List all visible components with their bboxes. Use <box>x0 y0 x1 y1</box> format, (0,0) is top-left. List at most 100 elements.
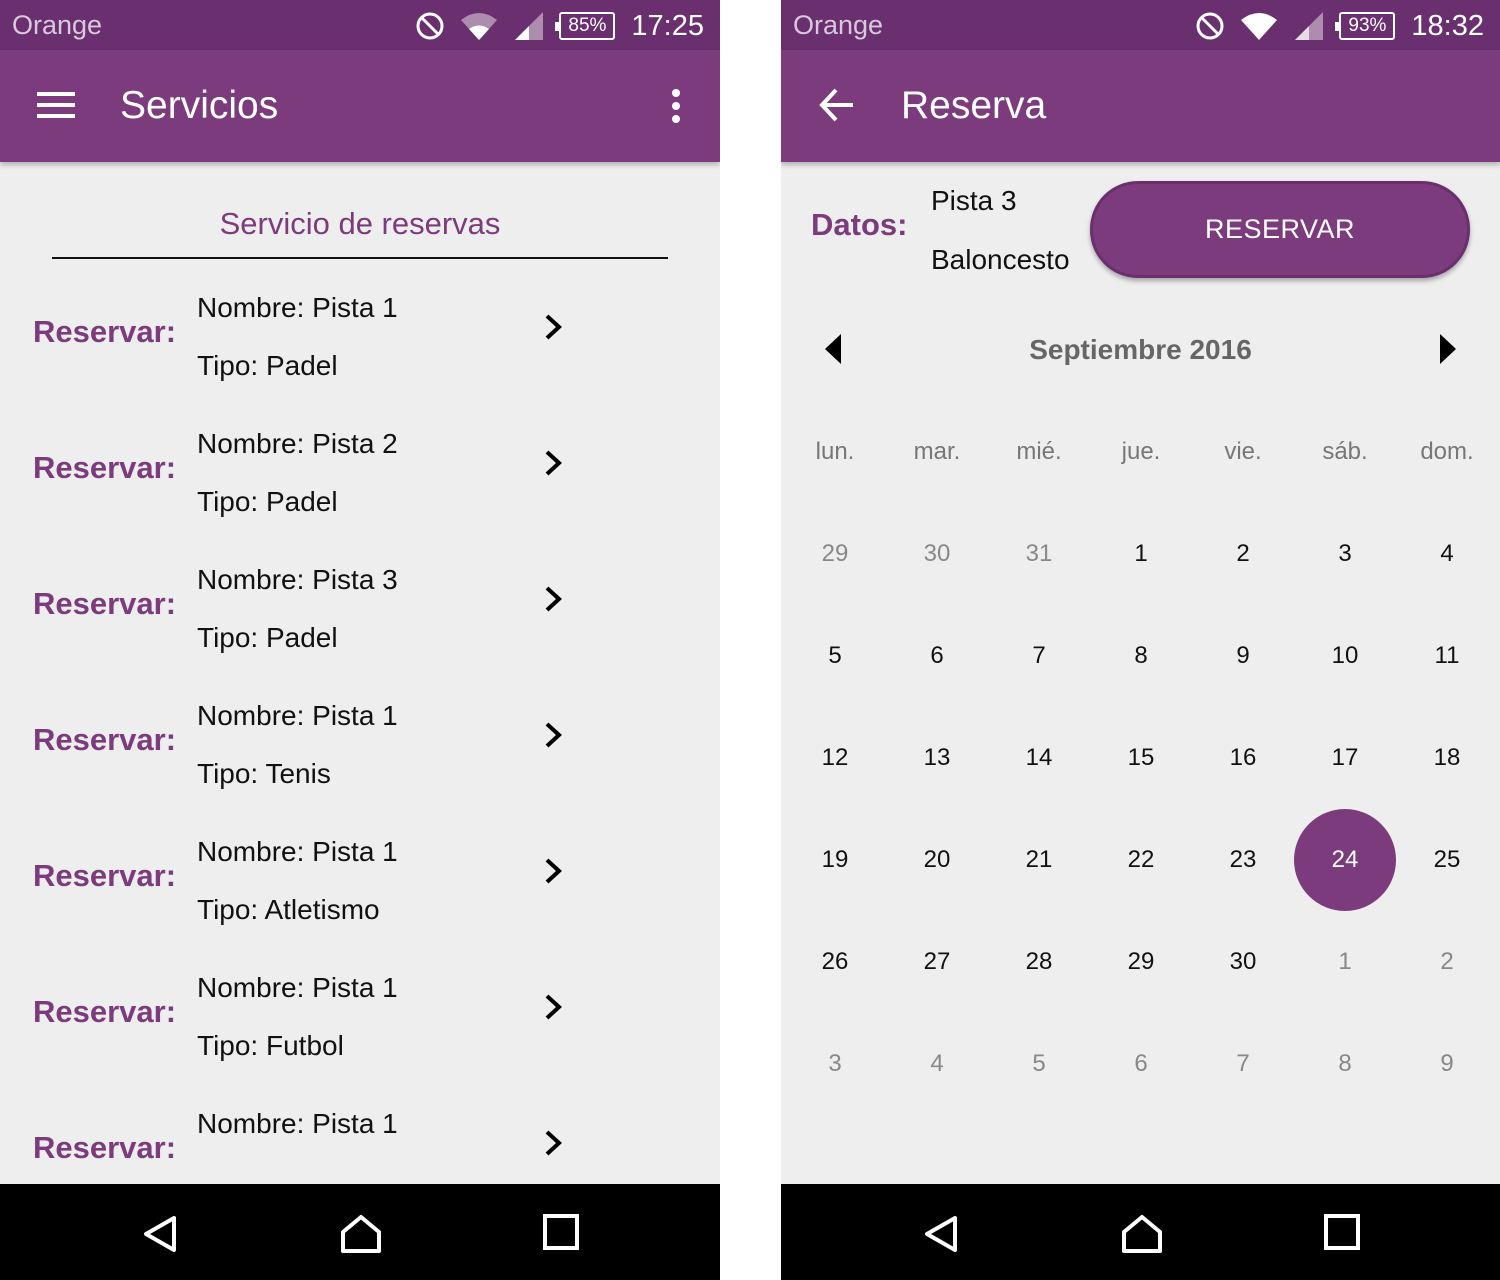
calendar-day[interactable]: 12 <box>784 707 886 809</box>
calendar-day[interactable]: 7 <box>988 605 1090 707</box>
calendar-day-number: 2 <box>1236 540 1250 567</box>
chevron-right-icon[interactable] <box>541 856 565 886</box>
calendar-day[interactable]: 5 <box>784 605 886 707</box>
reservar-label: Reservar: <box>33 722 177 757</box>
calendar-day[interactable]: 28 <box>988 911 1090 1013</box>
calendar-day[interactable]: 29 <box>784 503 886 605</box>
calendar-day[interactable]: 21 <box>988 809 1090 911</box>
calendar-day[interactable]: 9 <box>1192 605 1294 707</box>
calendar-day[interactable]: 10 <box>1294 605 1396 707</box>
calendar-day[interactable]: 13 <box>886 707 988 809</box>
battery-icon: 93% <box>1335 12 1396 40</box>
battery-level: 93% <box>1348 15 1387 36</box>
calendar-day[interactable]: 17 <box>1294 707 1396 809</box>
calendar-day[interactable]: 6 <box>886 605 988 707</box>
datos-label: Datos: <box>811 207 908 242</box>
calendar-day[interactable]: 29 <box>1090 911 1192 1013</box>
chevron-right-icon[interactable] <box>541 992 565 1022</box>
calendar-day[interactable]: 1 <box>1090 503 1192 605</box>
reservar-label: Reservar: <box>33 450 177 485</box>
service-list-item[interactable]: Reservar: Nombre: Pista 1 Tipo: Atletismo <box>0 816 720 952</box>
service-tipo: Tipo: Futbol <box>197 1030 344 1061</box>
service-list-item[interactable]: Reservar: Nombre: Pista 1 Tipo: Futbol <box>0 952 720 1088</box>
calendar-day-number: 4 <box>930 1050 944 1077</box>
service-nombre: Nombre: Pista 1 <box>197 1108 398 1139</box>
wifi-icon <box>461 13 498 40</box>
calendar-day[interactable]: 8 <box>1090 605 1192 707</box>
calendar-day[interactable]: 22 <box>1090 809 1192 911</box>
calendar-day[interactable]: 31 <box>988 503 1090 605</box>
calendar-day[interactable]: 30 <box>886 503 988 605</box>
back-nav-icon[interactable] <box>921 1214 961 1254</box>
reservar-button[interactable]: RESERVAR <box>1090 181 1470 278</box>
calendar-day[interactable]: 8 <box>1294 1013 1396 1115</box>
arrow-back-icon[interactable] <box>819 88 855 122</box>
calendar-day[interactable]: 14 <box>988 707 1090 809</box>
calendar-day-number: 14 <box>1025 744 1053 771</box>
service-list-item[interactable]: Reservar: Nombre: Pista 3 Tipo: Padel <box>0 544 720 680</box>
calendar-day-number: 21 <box>1025 846 1053 873</box>
next-month-icon[interactable] <box>1438 332 1458 366</box>
wifi-icon <box>1241 13 1278 40</box>
weekday-label: jue. <box>1121 438 1161 465</box>
service-list-item[interactable]: Reservar: Nombre: Pista 1 Tipo: Tenis <box>0 680 720 816</box>
calendar-day[interactable]: 16 <box>1192 707 1294 809</box>
calendar-day[interactable]: 15 <box>1090 707 1192 809</box>
hamburger-icon[interactable] <box>37 90 75 120</box>
more-vert-icon[interactable] <box>670 88 682 124</box>
calendar-day-number: 3 <box>1338 540 1352 567</box>
calendar-day[interactable]: 25 <box>1396 809 1498 911</box>
calendar-day[interactable]: 27 <box>886 911 988 1013</box>
calendar-day-number: 7 <box>1236 1050 1250 1077</box>
reservar-label: Reservar: <box>33 994 177 1029</box>
calendar-day[interactable]: 5 <box>988 1013 1090 1115</box>
calendar-day-number: 7 <box>1032 642 1046 669</box>
recents-nav-icon[interactable] <box>1324 1214 1360 1250</box>
calendar-day-number: 1 <box>1134 540 1148 567</box>
calendar-day[interactable]: 4 <box>1396 503 1498 605</box>
reservar-label: Reservar: <box>33 314 177 349</box>
calendar-day-number: 3 <box>828 1050 842 1077</box>
calendar-day[interactable]: 9 <box>1396 1013 1498 1115</box>
calendar-day[interactable]: 3 <box>784 1013 886 1115</box>
calendar-day[interactable]: 19 <box>784 809 886 911</box>
chevron-right-icon[interactable] <box>541 720 565 750</box>
calendar-day[interactable]: 30 <box>1192 911 1294 1013</box>
chevron-right-icon[interactable] <box>541 312 565 342</box>
recents-nav-icon[interactable] <box>543 1214 579 1250</box>
calendar-day[interactable]: 20 <box>886 809 988 911</box>
calendar-day[interactable]: 2 <box>1396 911 1498 1013</box>
page-title: Reserva <box>901 84 1047 127</box>
calendar-day[interactable]: 6 <box>1090 1013 1192 1115</box>
weekday-label: mar. <box>913 438 961 465</box>
calendar-day[interactable]: 23 <box>1192 809 1294 911</box>
calendar-day[interactable]: 7 <box>1192 1013 1294 1115</box>
calendar-day-selected[interactable]: 24 <box>1294 809 1396 911</box>
home-nav-icon[interactable] <box>1121 1214 1163 1254</box>
calendar-day[interactable]: 2 <box>1192 503 1294 605</box>
calendar-day-number: 5 <box>1032 1050 1046 1077</box>
calendar-day[interactable]: 4 <box>886 1013 988 1115</box>
calendar-day-number: 13 <box>923 744 951 771</box>
back-nav-icon[interactable] <box>140 1214 180 1254</box>
calendar-day-number: 9 <box>1440 1050 1454 1077</box>
calendar-day-number: 28 <box>1025 948 1053 975</box>
calendar-day-number: 24 <box>1331 846 1359 873</box>
service-list-item[interactable]: Reservar: Nombre: Pista 2 Tipo: Padel <box>0 408 720 544</box>
chevron-right-icon[interactable] <box>541 584 565 614</box>
chevron-right-icon[interactable] <box>541 448 565 478</box>
calendar-day[interactable]: 11 <box>1396 605 1498 707</box>
calendar-day[interactable]: 26 <box>784 911 886 1013</box>
calendar-day[interactable]: 18 <box>1396 707 1498 809</box>
calendar-day[interactable]: 3 <box>1294 503 1396 605</box>
signal-icon <box>1295 12 1324 40</box>
calendar-day-number: 1 <box>1338 948 1352 975</box>
calendar-day[interactable]: 1 <box>1294 911 1396 1013</box>
service-list-item[interactable]: Reservar: Nombre: Pista 1 Tipo: Padel <box>0 272 720 408</box>
home-nav-icon[interactable] <box>340 1214 382 1254</box>
calendar-month-title: Septiembre 2016 <box>1029 334 1252 365</box>
calendar-day-number: 2 <box>1440 948 1454 975</box>
chevron-right-icon[interactable] <box>541 1128 565 1158</box>
service-tipo: Tipo: Tenis <box>197 758 331 789</box>
status-bar: Orange 93% 18:32 <box>781 0 1500 50</box>
